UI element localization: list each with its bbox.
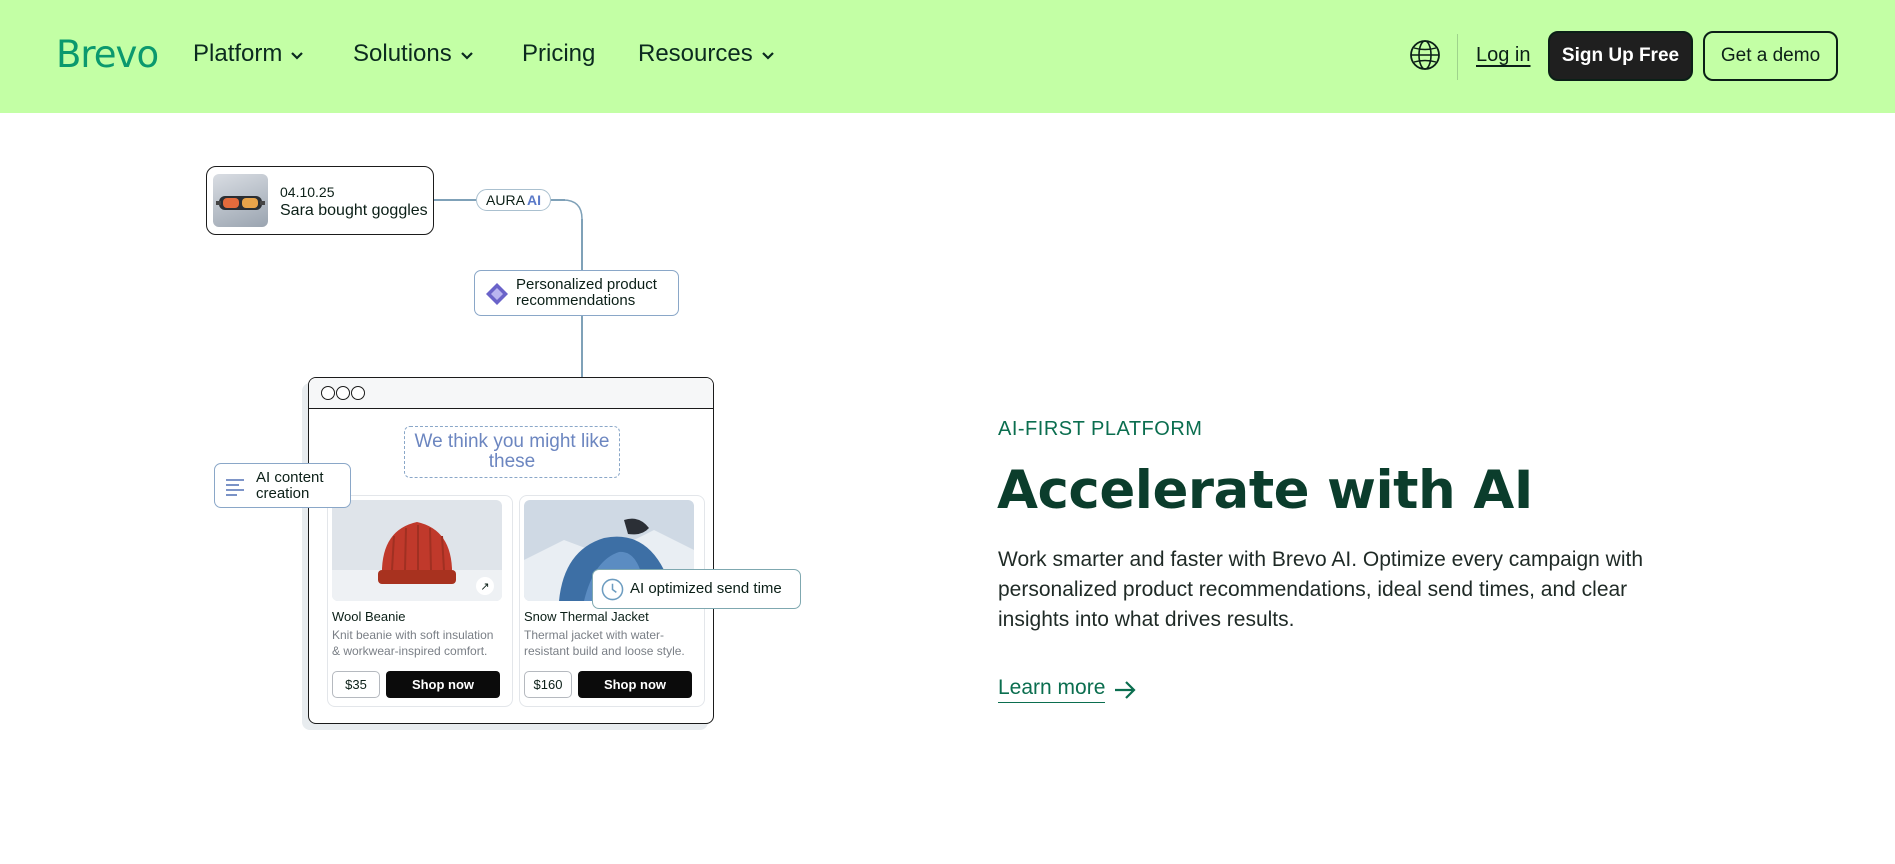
brevo-logo[interactable]: Brevo bbox=[56, 33, 159, 76]
event-text: Sara bought goggles bbox=[280, 202, 428, 219]
product-description: Knit beanie with soft insulation & workw… bbox=[332, 628, 494, 658]
recommendations-label: Personalized product recommendations bbox=[516, 276, 657, 309]
clock-icon bbox=[601, 578, 624, 601]
product-name: Snow Thermal Jacket bbox=[524, 609, 649, 624]
nav-item-solutions[interactable]: Solutions bbox=[353, 40, 474, 68]
aura-ai-label: AI bbox=[526, 192, 541, 208]
section-eyebrow: AI-FIRST PLATFORM bbox=[998, 418, 1203, 440]
ai-send-time-chip: AI optimized send time bbox=[592, 569, 801, 609]
section-title: Accelerate with AI bbox=[997, 460, 1533, 521]
diamond-sparkle-icon bbox=[486, 283, 508, 305]
window-dot bbox=[321, 386, 335, 400]
learn-more-label: Learn more bbox=[998, 676, 1106, 703]
connector-line bbox=[434, 199, 476, 201]
goggles-thumbnail bbox=[213, 174, 268, 227]
purchase-event-card: 04.10.25 Sara bought goggles bbox=[206, 166, 434, 235]
window-titlebar bbox=[309, 378, 713, 409]
email-preview-window: We think you might like these ↗ Wool Bea… bbox=[308, 377, 714, 724]
beanie-image: ↗ bbox=[332, 500, 502, 601]
nav-item-platform[interactable]: Platform bbox=[193, 40, 304, 68]
chevron-down-icon bbox=[761, 52, 774, 60]
learn-more-link[interactable]: Learn more bbox=[998, 676, 1137, 703]
text-lines-icon bbox=[226, 479, 244, 496]
nav-divider bbox=[1457, 34, 1458, 80]
connector-curve bbox=[563, 199, 583, 220]
shop-now-button[interactable]: Shop now bbox=[386, 671, 500, 698]
recommendations-card: Personalized product recommendations bbox=[474, 270, 679, 316]
chevron-down-icon bbox=[460, 52, 473, 60]
shop-now-button[interactable]: Shop now bbox=[578, 671, 692, 698]
window-dot bbox=[351, 386, 365, 400]
connector-line bbox=[581, 219, 583, 270]
nav-item-label: Resources bbox=[638, 40, 753, 67]
email-headline: We think you might like these bbox=[404, 426, 620, 478]
content-chip-label: AI content creation bbox=[256, 469, 324, 502]
aura-ai-badge: AURA AI bbox=[476, 189, 551, 211]
product-price: $160 bbox=[524, 671, 572, 698]
connector-line bbox=[581, 316, 583, 377]
nav-item-label: Platform bbox=[193, 40, 283, 67]
product-price: $35 bbox=[332, 671, 380, 698]
globe-icon[interactable] bbox=[1409, 39, 1441, 71]
aura-label: AURA bbox=[486, 192, 525, 208]
sign-up-button[interactable]: Sign Up Free bbox=[1548, 31, 1693, 81]
event-date: 04.10.25 bbox=[280, 184, 335, 200]
expand-arrow-icon[interactable]: ↗ bbox=[476, 577, 494, 595]
get-demo-button[interactable]: Get a demo bbox=[1703, 31, 1838, 81]
section-body: Work smarter and faster with Brevo AI. O… bbox=[998, 548, 1644, 631]
nav-item-resources[interactable]: Resources bbox=[638, 40, 775, 68]
product-name: Wool Beanie bbox=[332, 609, 406, 624]
login-link[interactable]: Log in bbox=[1476, 44, 1531, 67]
chevron-down-icon bbox=[291, 52, 304, 60]
ai-content-creation-chip: AI content creation bbox=[214, 463, 351, 508]
product-card: ↗ Wool Beanie Knit beanie with soft insu… bbox=[327, 495, 513, 707]
nav-item-label: Pricing bbox=[522, 40, 596, 67]
send-chip-label: AI optimized send time bbox=[630, 580, 782, 597]
window-dot bbox=[336, 386, 350, 400]
top-navigation: Brevo Platform Solutions Pricing Resourc… bbox=[0, 0, 1895, 113]
nav-item-label: Solutions bbox=[353, 40, 452, 67]
arrow-right-icon bbox=[1115, 680, 1136, 699]
nav-item-pricing[interactable]: Pricing bbox=[522, 40, 595, 68]
product-description: Thermal jacket with water-resistant buil… bbox=[524, 628, 685, 658]
